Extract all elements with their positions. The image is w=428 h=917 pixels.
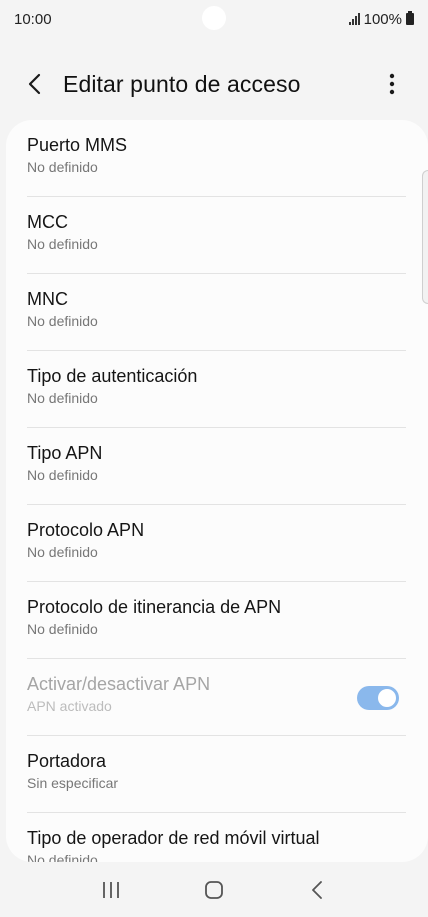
signal-icon bbox=[348, 13, 360, 25]
item-title: Puerto MMS bbox=[27, 135, 128, 155]
item-subtitle: No definido bbox=[27, 544, 98, 560]
item-subtitle: Sin especificar bbox=[27, 775, 119, 791]
item-title: Tipo de autenticación bbox=[27, 366, 198, 386]
battery-icon bbox=[406, 11, 414, 25]
scrollbar[interactable] bbox=[422, 170, 428, 304]
list-item-puerto-mms[interactable]: Puerto MMS No definido bbox=[6, 120, 428, 197]
item-title: MNC bbox=[27, 289, 68, 309]
status-time: 10:00 bbox=[14, 10, 52, 28]
recents-icon bbox=[103, 881, 120, 898]
item-title: Protocolo APN bbox=[27, 520, 145, 540]
list-item-tipo-apn[interactable]: Tipo APN No definido bbox=[6, 428, 428, 505]
back-button[interactable] bbox=[15, 64, 55, 104]
item-subtitle: No definido bbox=[27, 236, 98, 252]
nav-back-icon bbox=[311, 880, 322, 899]
more-vert-icon bbox=[389, 73, 395, 95]
item-subtitle: No definido bbox=[27, 621, 98, 637]
battery-level: 100% bbox=[363, 10, 402, 28]
item-subtitle: APN activado bbox=[27, 698, 112, 714]
list-item-portadora[interactable]: Portadora Sin especificar bbox=[6, 736, 428, 813]
item-subtitle: No definido bbox=[27, 390, 98, 406]
item-title: Tipo de operador de red móvil virtual bbox=[27, 828, 320, 848]
item-title: Protocolo de itinerancia de APN bbox=[27, 597, 282, 617]
item-subtitle: No definido bbox=[27, 313, 98, 329]
settings-list: Puerto MMS No definido MCC No definido M… bbox=[6, 120, 428, 862]
toggle-knob bbox=[376, 687, 398, 709]
item-title: Tipo APN bbox=[27, 443, 103, 463]
nav-back-button[interactable] bbox=[297, 870, 337, 910]
list-item-activar-apn: Activar/desactivar APN APN activado bbox=[6, 659, 428, 736]
list-item-protocolo-apn[interactable]: Protocolo APN No definido bbox=[6, 505, 428, 582]
list-item-mnc[interactable]: MNC No definido bbox=[6, 274, 428, 351]
item-title: Activar/desactivar APN bbox=[27, 674, 211, 694]
home-icon bbox=[205, 880, 223, 899]
status-icons: 100% bbox=[348, 10, 414, 28]
recents-button[interactable] bbox=[91, 870, 131, 910]
item-subtitle: No definido bbox=[27, 467, 98, 483]
list-item-protocolo-itinerancia[interactable]: Protocolo de itinerancia de APN No defin… bbox=[6, 582, 428, 659]
list-item-mcc[interactable]: MCC No definido bbox=[6, 197, 428, 274]
page-title: Editar punto de acceso bbox=[63, 70, 301, 97]
item-title: MCC bbox=[27, 212, 68, 232]
list-item-tipo-autenticacion[interactable]: Tipo de autenticación No definido bbox=[6, 351, 428, 428]
navigation-bar bbox=[0, 862, 428, 917]
app-header: Editar punto de acceso bbox=[0, 60, 428, 108]
list-item-tipo-operador-mvno[interactable]: Tipo de operador de red móvil virtual No… bbox=[6, 813, 428, 862]
item-subtitle: No definido bbox=[27, 852, 98, 862]
item-title: Portadora bbox=[27, 751, 107, 771]
apn-toggle-switch bbox=[357, 686, 399, 710]
home-button[interactable] bbox=[194, 870, 234, 910]
camera-cutout bbox=[202, 6, 226, 30]
more-options-button[interactable] bbox=[374, 66, 410, 102]
back-icon bbox=[28, 73, 41, 95]
item-subtitle: No definido bbox=[27, 159, 98, 175]
